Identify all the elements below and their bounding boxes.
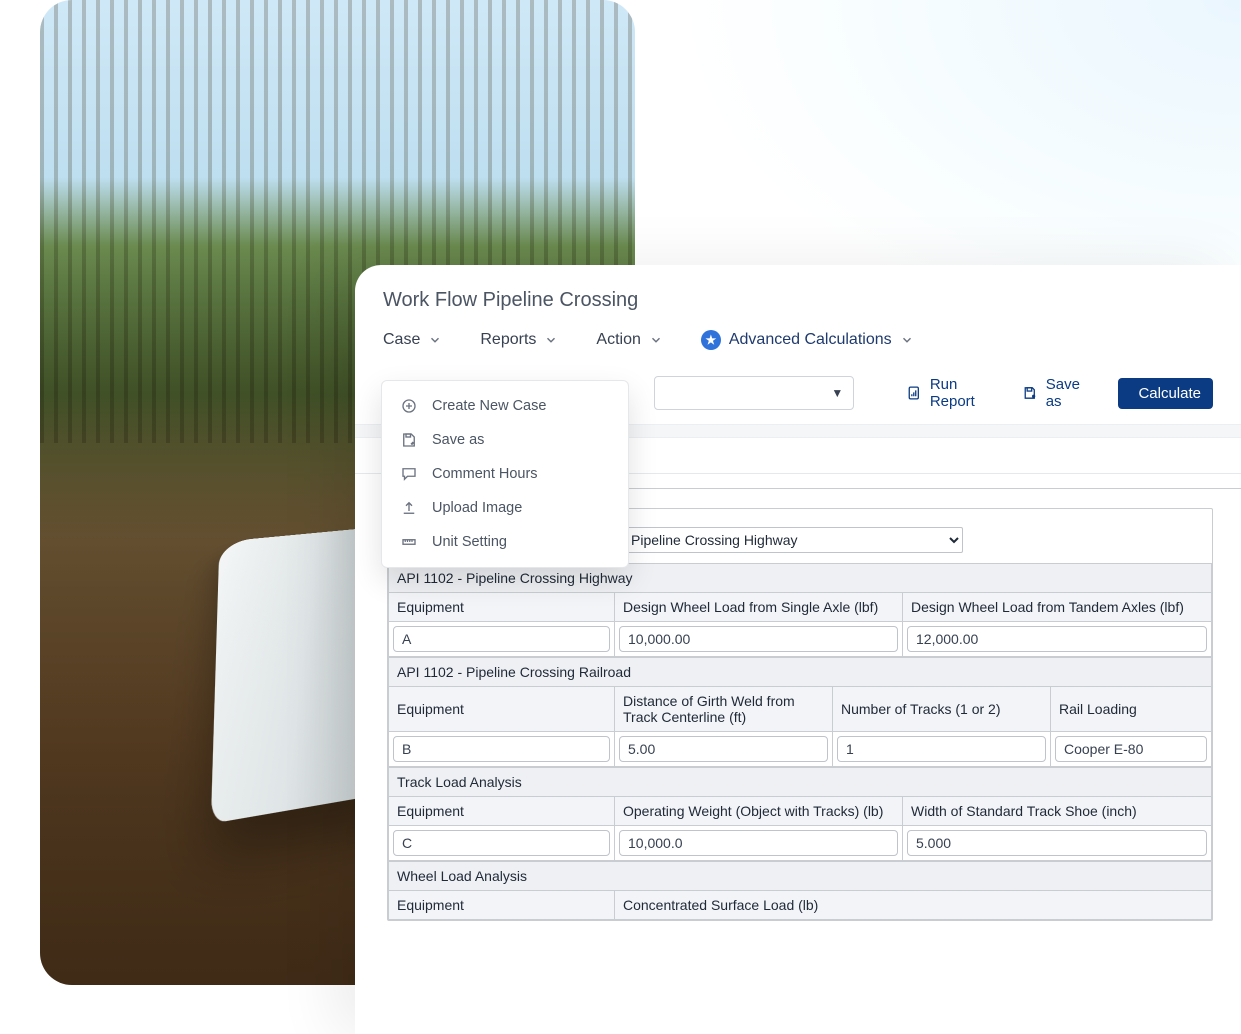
equipment-characteristics-fieldset: Equipment Characteristics Add Equipment … — [387, 508, 1213, 921]
menu-upload-image-label: Upload Image — [432, 500, 522, 516]
star-badge-icon: ★ — [701, 330, 721, 350]
column-header: Equipment — [389, 593, 615, 622]
tab-action[interactable]: Action — [596, 331, 662, 349]
toolbar-combobox[interactable]: ▼ — [654, 376, 854, 410]
page-title: Work Flow Pipeline Crossing — [355, 265, 1241, 330]
cell-input[interactable] — [619, 830, 898, 856]
calculate-label: Calculate — [1138, 385, 1201, 402]
cell-input[interactable] — [907, 626, 1207, 652]
menu-save-as[interactable]: Save as — [382, 423, 628, 457]
cell-input[interactable] — [837, 736, 1046, 762]
column-header: Concentrated Surface Load (lb) — [615, 891, 1212, 920]
menu-create-new-case[interactable]: Create New Case — [382, 389, 628, 423]
cell-input[interactable] — [393, 736, 610, 762]
equipment-section-table: Wheel Load AnalysisEquipmentConcentrated… — [388, 861, 1212, 920]
ruler-icon — [400, 533, 418, 551]
cell-input[interactable] — [1055, 736, 1207, 762]
cell — [615, 826, 903, 861]
equipment-section-table: Track Load AnalysisEquipmentOperating We… — [388, 767, 1212, 861]
menu-save-as-label: Save as — [432, 432, 484, 448]
save-as-label: Save as — [1046, 376, 1093, 410]
equipment-section-table: API 1102 - Pipeline Crossing HighwayEqui… — [388, 563, 1212, 657]
caret-down-icon: ▼ — [831, 386, 843, 400]
menu-create-label: Create New Case — [432, 398, 546, 414]
run-report-label: Run Report — [930, 376, 996, 410]
save-icon — [1022, 384, 1038, 402]
cell-input[interactable] — [907, 830, 1207, 856]
cell — [833, 732, 1051, 767]
comment-icon — [400, 465, 418, 483]
column-header: Design Wheel Load from Tandem Axles (lbf… — [903, 593, 1212, 622]
column-header: Rail Loading — [1051, 687, 1212, 732]
column-header: Operating Weight (Object with Tracks) (l… — [615, 797, 903, 826]
cell — [615, 622, 903, 657]
menu-unit-setting-label: Unit Setting — [432, 534, 507, 550]
section-title: Track Load Analysis — [389, 768, 1212, 797]
cell — [1051, 732, 1212, 767]
cell — [903, 622, 1212, 657]
column-header: Equipment — [389, 687, 615, 732]
cell — [389, 732, 615, 767]
tab-case-label: Case — [383, 331, 420, 349]
main-tabs: Case Reports Action ★ Advanced Calculati… — [355, 330, 1241, 366]
report-icon — [906, 384, 922, 402]
menu-upload-image[interactable]: Upload Image — [382, 491, 628, 525]
upload-icon — [400, 499, 418, 517]
column-header: Equipment — [389, 891, 615, 920]
column-header: Number of Tracks (1 or 2) — [833, 687, 1051, 732]
tab-case[interactable]: Case — [383, 331, 442, 349]
save-as-icon — [400, 431, 418, 449]
chevron-down-icon — [544, 333, 558, 347]
cell — [389, 826, 615, 861]
equipment-sections: API 1102 - Pipeline Crossing HighwayEqui… — [388, 563, 1212, 920]
chevron-down-icon — [428, 333, 442, 347]
section-title: API 1102 - Pipeline Crossing Railroad — [389, 658, 1212, 687]
cell — [615, 732, 833, 767]
tab-advanced-label: Advanced Calculations — [729, 331, 892, 349]
plus-circle-icon — [400, 397, 418, 415]
menu-comment-hours[interactable]: Comment Hours — [382, 457, 628, 491]
section-title: Wheel Load Analysis — [389, 862, 1212, 891]
tab-reports-label: Reports — [480, 331, 536, 349]
cell-input[interactable] — [619, 626, 898, 652]
menu-comment-hours-label: Comment Hours — [432, 466, 538, 482]
calculate-button[interactable]: Calculate — [1118, 378, 1213, 409]
background-gradient — [541, 0, 1241, 280]
cell-input[interactable] — [393, 626, 610, 652]
column-header: Distance of Girth Weld from Track Center… — [615, 687, 833, 732]
case-dropdown-menu: Create New Case Save as Comment Hours Up… — [381, 380, 629, 568]
save-as-button[interactable]: Save as — [1022, 376, 1092, 410]
column-header: Design Wheel Load from Single Axle (lbf) — [615, 593, 903, 622]
cell — [903, 826, 1212, 861]
column-header: Equipment — [389, 797, 615, 826]
column-header: Width of Standard Track Shoe (inch) — [903, 797, 1212, 826]
cell — [389, 622, 615, 657]
tab-reports[interactable]: Reports — [480, 331, 558, 349]
cell-input[interactable] — [393, 830, 610, 856]
menu-unit-setting[interactable]: Unit Setting — [382, 525, 628, 559]
cell-input[interactable] — [619, 736, 828, 762]
equipment-section-table: API 1102 - Pipeline Crossing RailroadEqu… — [388, 657, 1212, 767]
app-panel: Work Flow Pipeline Crossing Case Reports… — [355, 265, 1241, 1034]
chevron-down-icon — [900, 333, 914, 347]
tab-action-label: Action — [596, 331, 640, 349]
tab-advanced-calculations[interactable]: ★ Advanced Calculations — [701, 330, 914, 350]
chevron-down-icon — [649, 333, 663, 347]
run-report-button[interactable]: Run Report — [906, 376, 996, 410]
